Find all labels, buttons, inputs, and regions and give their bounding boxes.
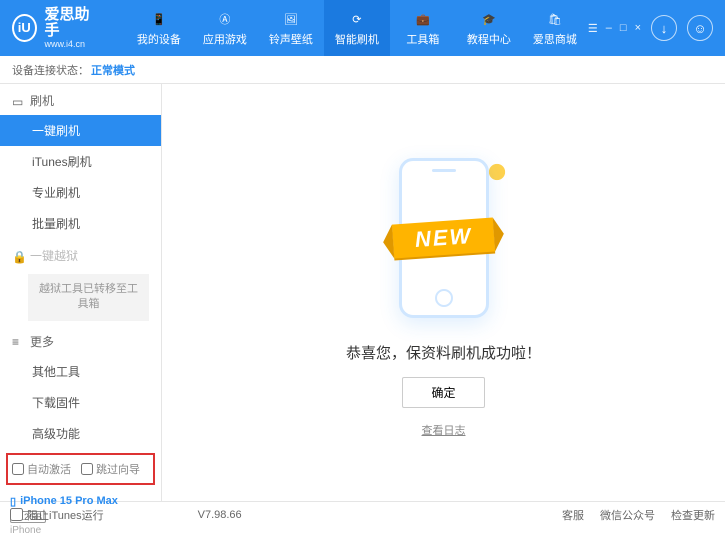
nav-icon: Ⓐ <box>215 9 235 29</box>
nav-icon: 🎓 <box>479 9 499 29</box>
footer-link[interactable]: 客服 <box>562 507 584 523</box>
sidebar-section-flash[interactable]: ▭ 刷机 <box>0 84 161 115</box>
logo-icon: iU <box>12 14 37 42</box>
sidebar-section-more[interactable]: ≡ 更多 <box>0 325 161 356</box>
sidebar-section-label: 刷机 <box>30 92 54 109</box>
nav-icon: ⟳ <box>347 9 367 29</box>
jailbreak-note: 越狱工具已转移至工具箱 <box>28 274 149 321</box>
nav-工具箱[interactable]: 💼 工具箱 <box>390 0 456 56</box>
sidebar-item[interactable]: 其他工具 <box>0 356 161 387</box>
nav-icon: 📱 <box>149 9 169 29</box>
footer-link[interactable]: 微信公众号 <box>600 507 655 523</box>
nav-label: 爱思商城 <box>533 31 577 47</box>
status-label: 设备连接状态： <box>12 62 89 78</box>
sidebar-item[interactable]: iTunes刷机 <box>0 146 161 177</box>
flash-options-box: 自动激活 跳过向导 <box>6 453 155 485</box>
success-message: 恭喜您，保资料刷机成功啦！ <box>346 342 541 363</box>
sidebar-item[interactable]: 一键刷机 <box>0 115 161 146</box>
nav-爱思商城[interactable]: 🛍 爱思商城 <box>522 0 588 56</box>
checkbox-input[interactable] <box>81 463 93 475</box>
nav-智能刷机[interactable]: ⟳ 智能刷机 <box>324 0 390 56</box>
nav-icon: 🛍 <box>545 9 565 29</box>
nav-教程中心[interactable]: 🎓 教程中心 <box>456 0 522 56</box>
ok-button[interactable]: 确定 <box>402 377 484 408</box>
auto-activate-checkbox[interactable]: 自动激活 <box>12 461 71 477</box>
app-url: www.i4.cn <box>45 40 96 50</box>
window-control[interactable]: □ <box>620 22 627 35</box>
titlebar: iU 爱思助手 www.i4.cn 📱 我的设备 Ⓐ 应用游戏 🖼 铃声壁纸 ⟳ 智能刷机 💼 工… <box>0 0 725 56</box>
lock-icon: 🔒 <box>12 250 24 262</box>
version-label: V7.98.66 <box>198 509 242 521</box>
nav-label: 工具箱 <box>406 31 439 47</box>
sidebar-item[interactable]: 高级功能 <box>0 418 161 449</box>
checkbox-input[interactable] <box>12 463 24 475</box>
device-status-bar: 设备连接状态： 正常模式 <box>0 56 725 84</box>
nav-icon: 🖼 <box>281 9 301 29</box>
more-icon: ≡ <box>12 335 24 347</box>
nav-label: 智能刷机 <box>335 31 379 47</box>
device-name: iPhone 15 Pro Max <box>20 495 118 507</box>
sidebar-item[interactable]: 下载固件 <box>0 387 161 418</box>
checkbox-label: 自动激活 <box>27 461 71 477</box>
device-type: iPhone <box>10 525 151 536</box>
sidebar-section-label: 一键越狱 <box>30 247 78 264</box>
success-illustration: NEW <box>359 148 529 328</box>
nav-icon: 💼 <box>413 9 433 29</box>
sidebar-section-label: 更多 <box>30 333 54 350</box>
nav-label: 教程中心 <box>467 31 511 47</box>
nav-应用游戏[interactable]: Ⓐ 应用游戏 <box>192 0 258 56</box>
nav-label: 应用游戏 <box>203 31 247 47</box>
nav-label: 我的设备 <box>137 31 181 47</box>
skip-setup-checkbox[interactable]: 跳过向导 <box>81 461 140 477</box>
checkbox-label: 阻止iTunes运行 <box>27 507 104 523</box>
status-value: 正常模式 <box>91 62 135 78</box>
app-logo: iU 爱思助手 www.i4.cn <box>12 7 96 50</box>
sidebar-item[interactable]: 批量刷机 <box>0 208 161 239</box>
nav-我的设备[interactable]: 📱 我的设备 <box>126 0 192 56</box>
sidebar-section-jailbreak: 🔒 一键越狱 <box>0 239 161 270</box>
user-button[interactable]: ☺ <box>687 15 713 41</box>
window-controls: ☰–□ × <box>588 22 641 35</box>
new-banner: NEW <box>392 217 495 258</box>
sidebar-item[interactable]: 专业刷机 <box>0 177 161 208</box>
window-control[interactable]: ☰ <box>588 22 598 35</box>
checkbox-label: 跳过向导 <box>96 461 140 477</box>
nav-label: 铃声壁纸 <box>269 31 313 47</box>
nav-铃声壁纸[interactable]: 🖼 铃声壁纸 <box>258 0 324 56</box>
main-content: NEW 恭喜您，保资料刷机成功啦！ 确定 查看日志 <box>162 84 725 501</box>
checkbox-input[interactable] <box>10 508 23 521</box>
download-button[interactable]: ↓ <box>651 15 677 41</box>
window-control[interactable]: × <box>635 22 641 35</box>
block-itunes-checkbox[interactable]: 阻止iTunes运行 <box>10 507 104 523</box>
sidebar: ▭ 刷机 一键刷机iTunes刷机专业刷机批量刷机 🔒 一键越狱 越狱工具已转移… <box>0 84 162 501</box>
flash-icon: ▭ <box>12 95 24 107</box>
top-nav: 📱 我的设备 Ⓐ 应用游戏 🖼 铃声壁纸 ⟳ 智能刷机 💼 工具箱 🎓 教程中心 🛍 爱思商城 <box>126 0 588 56</box>
footer-link[interactable]: 检查更新 <box>671 507 715 523</box>
view-log-link[interactable]: 查看日志 <box>422 422 466 438</box>
window-control[interactable]: – <box>606 22 612 35</box>
app-name: 爱思助手 <box>45 7 96 40</box>
